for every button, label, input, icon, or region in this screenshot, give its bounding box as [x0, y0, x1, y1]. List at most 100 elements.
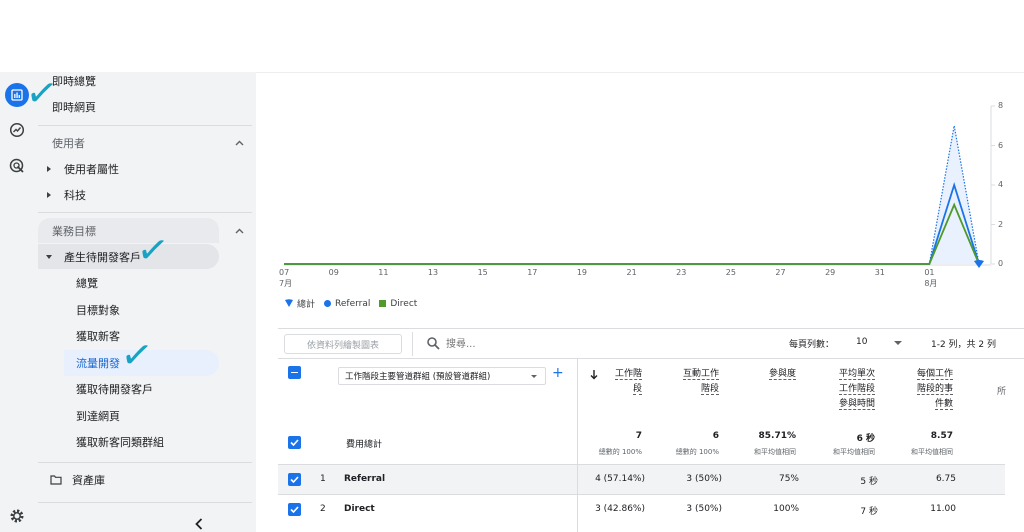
sidebar-item-label: 到達網頁 — [76, 410, 120, 423]
dimension-select-label: 工作階段主要管道群組 (預設管道群組) — [345, 372, 491, 382]
series-area-total — [284, 125, 979, 264]
legend-label-direct: Direct — [390, 298, 418, 309]
totals-engaged: 6 — [712, 431, 719, 441]
sidebar-item-label: 獲取新客同類群組 — [76, 436, 164, 449]
sidebar-item-new-user-cohort[interactable]: 獲取新客同類群組 — [34, 431, 256, 453]
col-events-header[interactable]: 每個工作 階段的事 件數 — [916, 367, 953, 412]
search-icon — [427, 337, 440, 350]
explore-icon[interactable] — [5, 118, 29, 142]
table-row[interactable]: 2 Direct 3 (42.86%) 3 (50%) 100% 7 秒 11.… — [278, 494, 1005, 525]
totals-sessions: 7 — [635, 431, 642, 441]
totals-events: 8.57 — [930, 431, 953, 441]
x-month-label: 7月 — [279, 279, 293, 288]
x-tick-label: 17 — [527, 268, 538, 277]
x-tick-label: 29 — [825, 268, 836, 277]
sidebar-item-label: 使用者屬性 — [64, 163, 119, 176]
header-line: 互動工作 — [682, 369, 719, 380]
chevron-up-icon — [235, 140, 244, 146]
sidebar-section-label: 使用者 — [52, 137, 85, 150]
row-checkbox[interactable] — [288, 473, 301, 486]
toolbar-divider — [412, 332, 413, 356]
main-content: 07 09 11 13 15 17 19 21 23 25 27 29 31 01 7月 8月 02468 總… — [256, 72, 1024, 532]
y-tick-label: 8 — [998, 101, 1004, 110]
sidebar-item-acquire-leads[interactable]: 獲取待開發客戶 — [34, 378, 256, 400]
folder-icon — [50, 475, 62, 485]
totals-sessions-sub: 總數的 100% — [598, 448, 642, 456]
annotation-checkmark: ✓ — [134, 225, 172, 275]
select-all-checkbox[interactable] — [288, 366, 301, 379]
header-line: 工作階段 — [838, 384, 875, 395]
legend-referral-dot — [324, 300, 332, 307]
sidebar-item-realtime-pages[interactable]: 即時網頁 — [34, 98, 256, 116]
search-input[interactable] — [446, 335, 646, 353]
header-line: 段 — [632, 384, 642, 395]
collapse-chevron-left-icon[interactable] — [195, 518, 203, 530]
row-checkbox[interactable] — [288, 503, 301, 516]
toolbar-bottom-divider — [278, 358, 1024, 359]
sidebar-divider — [38, 125, 252, 126]
series-line-total — [284, 125, 980, 265]
settings-gear-icon[interactable] — [5, 504, 29, 528]
col-engagement-rate-header[interactable]: 參與度 — [768, 367, 796, 382]
totals-checkbox[interactable] — [288, 436, 301, 449]
sidebar-item-label: 流量開發 — [76, 357, 120, 370]
annotation-checkmark: ✓ — [23, 68, 61, 118]
rows-per-page-label: 每頁列數： — [789, 340, 835, 350]
pagination-text: 1-2 列，共 2 列 — [931, 340, 997, 350]
x-tick-label: 21 — [626, 268, 637, 277]
sidebar-item-label: 目標對象 — [76, 304, 120, 317]
col-engaged-header[interactable]: 互動工作階段 — [682, 367, 719, 397]
row-engaged: 3 (50%) — [686, 474, 722, 484]
totals-avg-time: 6 秒 — [856, 434, 875, 444]
row-channel[interactable]: Direct — [344, 504, 375, 514]
rows-per-page-select[interactable]: 10 — [842, 333, 904, 353]
x-tick-label: 23 — [676, 268, 687, 277]
top-band — [0, 0, 1024, 72]
sidebar-item-landing-page[interactable]: 到達網頁 — [34, 405, 256, 427]
totals-engagement-rate: 85.71% — [758, 431, 797, 441]
line-chart — [284, 105, 995, 268]
x-tick-label: 13 — [427, 268, 439, 277]
sidebar-item-overview[interactable]: 總覽 — [34, 272, 256, 294]
row-engagement-rate: 75% — [778, 474, 799, 484]
legend-label-referral: Referral — [335, 298, 371, 309]
row-channel[interactable]: Referral — [344, 474, 385, 484]
header-line: 階段 — [700, 384, 719, 395]
add-dimension-plus-icon[interactable]: + — [552, 366, 564, 380]
y-tick-label: 6 — [998, 140, 1004, 150]
x-tick-label: 25 — [725, 268, 736, 277]
table-row[interactable]: 1 Referral 4 (57.14%) 3 (50%) 75% 5 秒 6.… — [278, 464, 1005, 495]
sidebar-item-library[interactable]: 資產庫 — [34, 469, 256, 491]
sidebar-item-label: 獲取新客 — [76, 330, 120, 343]
row-sessions: 3 (42.86%) — [595, 504, 645, 514]
sort-down-arrow-icon[interactable] — [590, 369, 598, 380]
page: 即時總覽 即時網頁 使用者 使用者屬性 科技 業務目標 產生待開發客戶 總覽 目… — [0, 0, 1024, 532]
sidebar-item-realtime-overview[interactable]: 即時總覽 — [34, 72, 256, 90]
rows-per-page-value: 10 — [856, 337, 868, 347]
legend-label-total: 總計 — [297, 300, 316, 310]
col-extra-header[interactable]: 所 — [997, 385, 1006, 400]
plot-rows-button[interactable]: 依資料列繪製圖表 — [284, 334, 402, 354]
header-line: 每個工作 — [916, 369, 953, 380]
sidebar-item-tech[interactable]: 科技 — [34, 184, 256, 206]
caret-down-icon — [46, 254, 52, 259]
plot-rows-label: 依資料列繪製圖表 — [306, 340, 379, 351]
sidebar-item-label: 科技 — [64, 189, 86, 202]
sidebar-item-user-attributes[interactable]: 使用者屬性 — [34, 158, 256, 180]
y-tick-label: 2 — [998, 219, 1004, 229]
column-divider — [577, 465, 578, 495]
row-avg-time: 5 秒 — [860, 477, 878, 487]
col-avg-time-header[interactable]: 平均單次 工作階段 參與時間 — [838, 367, 875, 412]
sidebar-section-label: 業務目標 — [52, 224, 96, 238]
x-month-label: 8月 — [924, 279, 938, 288]
header-line: 階段的事 — [916, 384, 953, 395]
col-sessions-header[interactable]: 工作階段 — [614, 367, 642, 397]
sidebar-item-label: 即時網頁 — [52, 101, 96, 114]
legend: 總計 Referral Direct — [284, 297, 417, 310]
advertising-icon[interactable] — [5, 154, 29, 178]
sidebar: 即時總覽 即時網頁 使用者 使用者屬性 科技 業務目標 產生待開發客戶 總覽 目… — [34, 72, 256, 532]
sidebar-item-audience[interactable]: 目標對象 — [34, 299, 256, 321]
sidebar-section-users[interactable]: 使用者 — [34, 132, 256, 154]
sidebar-divider — [38, 462, 252, 463]
dimension-select[interactable]: 工作階段主要管道群組 (預設管道群組) — [338, 367, 546, 385]
